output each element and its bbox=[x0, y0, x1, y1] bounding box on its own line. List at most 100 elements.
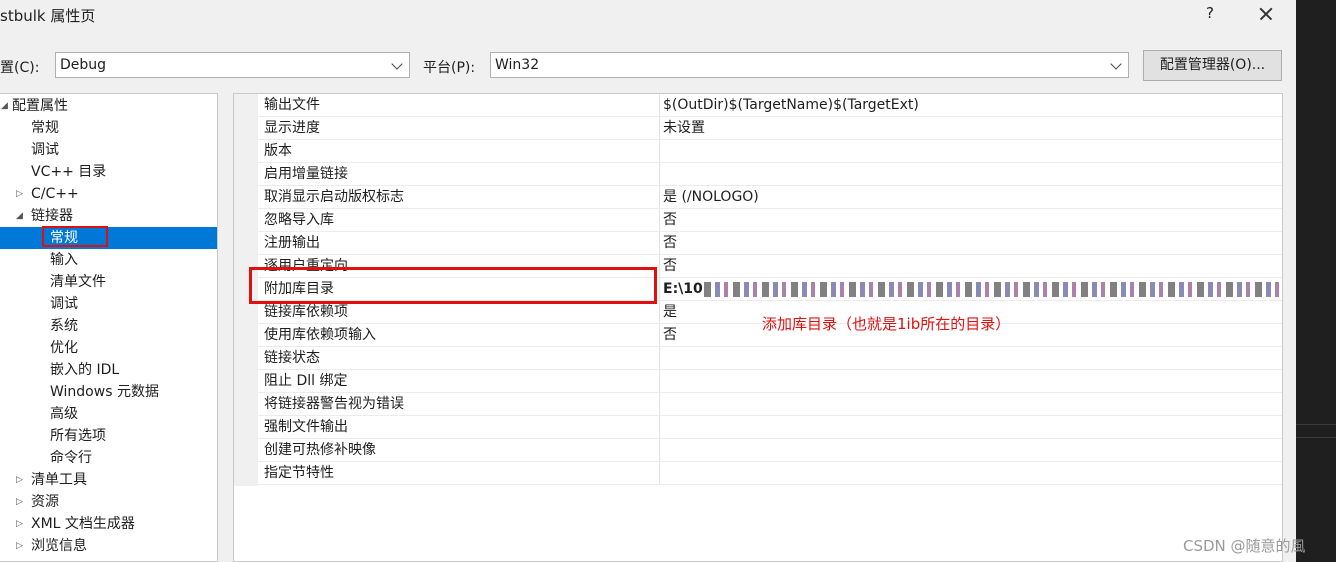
property-value[interactable]: 否 bbox=[663, 232, 677, 254]
platform-value: Win32 bbox=[495, 57, 540, 73]
column-divider bbox=[659, 439, 660, 461]
tree-item-label: 调试 bbox=[50, 296, 78, 312]
property-row[interactable]: 强制文件输出 bbox=[258, 416, 1282, 439]
tree-item-label: 输入 bbox=[50, 252, 78, 268]
property-grid[interactable]: 输出文件 $(OutDir)$(TargetName)$(TargetExt) 显示… bbox=[233, 93, 1283, 562]
help-button[interactable]: ? bbox=[1201, 4, 1219, 22]
column-divider bbox=[659, 163, 660, 185]
background-window bbox=[1296, 0, 1336, 562]
collapsed-arrow-icon[interactable]: ▷ bbox=[16, 491, 23, 513]
tree-item-label: 配置属性 bbox=[12, 98, 68, 114]
property-row[interactable]: 取消显示启动版权标志 是 (/NOLOGO) bbox=[258, 186, 1282, 209]
column-divider bbox=[659, 416, 660, 438]
column-divider bbox=[659, 232, 660, 254]
redacted-path bbox=[704, 282, 1282, 297]
configuration-select[interactable]: Debug bbox=[55, 52, 410, 78]
property-value[interactable]: 是 bbox=[663, 301, 677, 323]
property-name: 阻止 Dll 绑定 bbox=[264, 373, 348, 389]
column-divider bbox=[659, 209, 660, 231]
column-divider bbox=[659, 94, 660, 116]
close-icon[interactable] bbox=[1255, 3, 1277, 25]
tree-item-label: XML 文档生成器 bbox=[31, 516, 135, 532]
tree-item[interactable]: 常规 bbox=[0, 227, 217, 249]
tree-item-label: 浏览信息 bbox=[31, 538, 87, 554]
column-divider bbox=[659, 140, 660, 162]
watermark: CSDN @随意的風 bbox=[1183, 537, 1306, 555]
property-name: 链接库依赖项 bbox=[264, 304, 348, 320]
window-title: stbulk 属性页 bbox=[0, 7, 96, 25]
property-row[interactable]: 启用增量链接 bbox=[258, 163, 1282, 186]
property-row[interactable]: 链接状态 bbox=[258, 347, 1282, 370]
column-divider bbox=[659, 393, 660, 415]
chevron-down-icon bbox=[1110, 58, 1122, 70]
property-row[interactable]: 阻止 Dll 绑定 bbox=[258, 370, 1282, 393]
property-name: 创建可热修补映像 bbox=[264, 442, 376, 458]
tree-item-label: 清单工具 bbox=[31, 472, 87, 488]
divider bbox=[1296, 437, 1336, 438]
property-name: 输出文件 bbox=[264, 97, 320, 113]
collapsed-arrow-icon[interactable]: ▷ bbox=[16, 513, 23, 535]
column-divider bbox=[659, 347, 660, 369]
property-row[interactable]: 将链接器警告视为错误 bbox=[258, 393, 1282, 416]
additional-lib-dirs-highlight bbox=[249, 267, 657, 304]
expanded-arrow-icon[interactable]: ◢ bbox=[1, 95, 8, 117]
property-name: 版本 bbox=[264, 143, 292, 159]
property-row[interactable]: 创建可热修补映像 bbox=[258, 439, 1282, 462]
property-value[interactable]: 否 bbox=[663, 209, 677, 231]
divider bbox=[1296, 424, 1336, 425]
tree-item-label: 高级 bbox=[50, 406, 78, 422]
column-divider bbox=[659, 301, 660, 323]
property-name: 启用增量链接 bbox=[264, 166, 348, 182]
property-value[interactable]: 是 (/NOLOGO) bbox=[663, 186, 759, 208]
property-value[interactable]: 未设置 bbox=[663, 117, 705, 139]
column-divider bbox=[659, 255, 660, 277]
collapsed-arrow-icon[interactable]: ▷ bbox=[16, 183, 23, 205]
property-value[interactable]: 否 bbox=[663, 255, 677, 277]
column-divider bbox=[659, 324, 660, 346]
tree-item-label: 嵌入的 IDL bbox=[50, 362, 120, 378]
configuration-manager-button[interactable]: 配置管理器(O)... bbox=[1143, 50, 1282, 81]
column-divider bbox=[659, 370, 660, 392]
property-value[interactable]: 否 bbox=[663, 324, 677, 346]
property-row[interactable]: 注册输出 否 bbox=[258, 232, 1282, 255]
collapsed-arrow-icon[interactable]: ▷ bbox=[16, 535, 23, 557]
tree-item-label: 所有选项 bbox=[50, 428, 106, 444]
property-row[interactable]: 忽略导入库 否 bbox=[258, 209, 1282, 232]
configuration-label: 置(C): bbox=[0, 60, 40, 76]
tree-item-label: VC++ 目录 bbox=[31, 164, 107, 180]
tree-item-label: Windows 元数据 bbox=[50, 384, 159, 400]
tree-item-label: 系统 bbox=[50, 318, 78, 334]
property-name: 将链接器警告视为错误 bbox=[264, 396, 404, 412]
property-name: 链接状态 bbox=[264, 350, 320, 366]
property-name: 注册输出 bbox=[264, 235, 320, 251]
platform-label: 平台(P): bbox=[423, 60, 476, 76]
property-name: 显示进度 bbox=[264, 120, 320, 136]
property-row[interactable]: 指定节特性 bbox=[258, 462, 1282, 485]
tree-item-label: 优化 bbox=[50, 340, 78, 356]
column-divider bbox=[659, 278, 660, 300]
tree-item-label: 命令行 bbox=[50, 450, 92, 466]
tree-item-label: 资源 bbox=[31, 494, 59, 510]
column-divider bbox=[659, 462, 660, 484]
selected-node-highlight bbox=[42, 226, 108, 247]
tree-item-label: 调试 bbox=[31, 142, 59, 158]
column-divider bbox=[659, 117, 660, 139]
property-name: 使用库依赖项输入 bbox=[264, 327, 376, 343]
property-value[interactable]: E:\10 bbox=[663, 278, 703, 300]
property-name: 取消显示启动版权标志 bbox=[264, 189, 404, 205]
configuration-value: Debug bbox=[60, 57, 107, 73]
tree-item-label: 链接器 bbox=[31, 208, 73, 224]
chevron-down-icon bbox=[391, 58, 403, 70]
property-row[interactable]: 输出文件 $(OutDir)$(TargetName)$(TargetExt) bbox=[258, 94, 1282, 117]
property-row[interactable]: 显示进度 未设置 bbox=[258, 117, 1282, 140]
property-tree[interactable]: ◢ 配置属性 常规 调试 VC++ 目录 ▷ C/C++ ◢ 链接器 常规 输入 清单文件 调试 系统 优化… bbox=[0, 93, 218, 562]
property-name: 忽略导入库 bbox=[264, 212, 334, 228]
tree-item-label: 常规 bbox=[31, 120, 59, 136]
collapsed-arrow-icon[interactable]: ▷ bbox=[16, 469, 23, 491]
property-name: 指定节特性 bbox=[264, 465, 334, 481]
expanded-arrow-icon[interactable]: ◢ bbox=[16, 205, 23, 227]
property-row[interactable]: 版本 bbox=[258, 140, 1282, 163]
platform-select[interactable]: Win32 bbox=[490, 52, 1129, 78]
property-value[interactable]: $(OutDir)$(TargetName)$(TargetExt) bbox=[663, 94, 919, 116]
column-divider bbox=[659, 186, 660, 208]
